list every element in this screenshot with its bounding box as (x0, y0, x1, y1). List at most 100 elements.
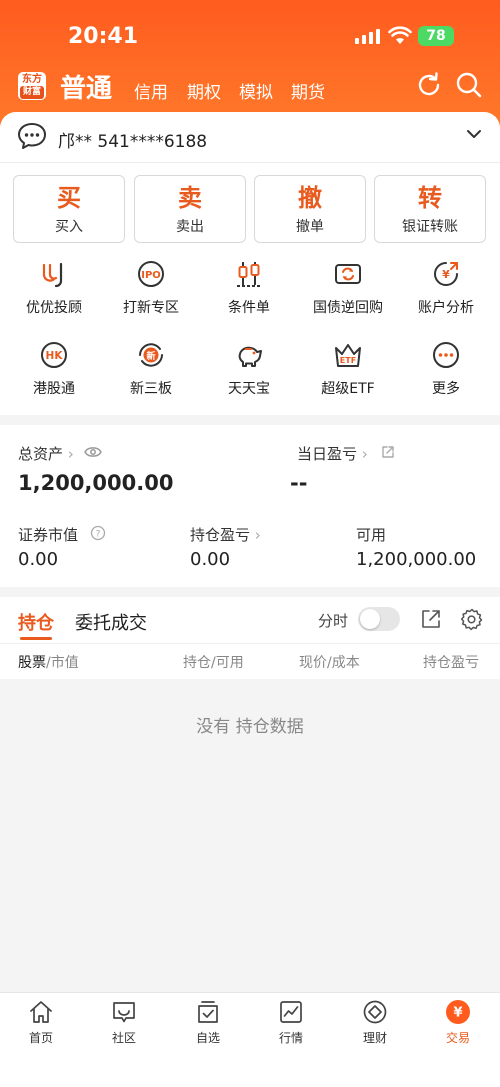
grid-item-hk-connect[interactable]: HK 港股通 (4, 340, 104, 398)
search-icon[interactable] (454, 70, 484, 100)
logo-text-top: 东方 (22, 74, 42, 85)
nav-home[interactable]: 首页 (11, 999, 71, 1046)
ipo-icon: IPO (138, 261, 164, 287)
chat-icon[interactable] (17, 122, 47, 150)
nav-label: 理财 (362, 1031, 387, 1045)
grid-item-account-analysis[interactable]: ¥ 账户分析 (396, 259, 496, 317)
svg-text:HK: HK (46, 350, 64, 362)
tab-futures[interactable]: 期货 (291, 78, 325, 103)
logo-text-bottom: 财富 (20, 86, 44, 99)
grid-item-uu-advisor[interactable]: 优优投顾 (4, 259, 104, 317)
settings-gear-icon[interactable] (460, 607, 484, 631)
wifi-icon (388, 26, 412, 44)
nav-market[interactable]: 行情 (261, 999, 321, 1046)
grid-item-more[interactable]: 更多 (396, 340, 496, 398)
svg-text:¥: ¥ (453, 1006, 462, 1021)
tab-credit[interactable]: 信用 (134, 78, 168, 103)
bottom-nav: 首页 社区 自选 行情 理财 ¥ 交易 (0, 992, 500, 1087)
home-icon (30, 1001, 52, 1023)
divider (0, 643, 500, 644)
nav-label: 自选 (195, 1031, 220, 1045)
svg-text:¥: ¥ (442, 268, 450, 281)
battery-icon: 78 (418, 26, 454, 46)
grid-item-bond-repo[interactable]: 国债逆回购 (298, 259, 398, 317)
sell-label: 卖出 (176, 219, 204, 235)
nav-watchlist[interactable]: 自选 (178, 999, 238, 1046)
daily-pl-text: 当日盈亏 (297, 445, 358, 463)
eye-icon[interactable] (84, 445, 102, 459)
transfer-label: 银证转账 (402, 219, 458, 235)
holdings-panel: 持仓 委托成交 分时 股票/市值 持仓/可用 现价/成本 持仓盈亏 (0, 597, 500, 679)
buy-button[interactable]: 买 买入 (13, 175, 125, 243)
analysis-icon: ¥ (434, 262, 458, 286)
trade-actions-panel: 买 买入 卖 卖出 撤 撤单 转 银证转账 优优投顾 IPO 打新专区 条件单 … (0, 163, 500, 415)
grid-label: 更多 (432, 381, 460, 397)
grid-label: 国债逆回购 (313, 300, 383, 316)
transfer-button[interactable]: 转 银证转账 (374, 175, 486, 243)
more-icon (433, 342, 459, 368)
grid-item-conditional-order[interactable]: 条件单 (199, 259, 299, 317)
grid-item-new-third-board[interactable]: 新 新三板 (101, 340, 201, 398)
external-link-icon[interactable] (381, 445, 395, 459)
grid-item-ipo[interactable]: IPO 打新专区 (101, 259, 201, 317)
column-main: 现价 (299, 655, 327, 671)
available-value: 1,200,000.00 (356, 549, 477, 570)
sell-button[interactable]: 卖 卖出 (134, 175, 246, 243)
fenshi-toggle[interactable] (358, 607, 400, 631)
transfer-glyph: 转 (418, 184, 442, 212)
column-header-price: 现价/成本 (299, 652, 360, 672)
trade-icon: ¥ (446, 1000, 470, 1024)
grid-item-tiantianbao[interactable]: 天天宝 (199, 340, 299, 398)
svg-text:ETF: ETF (340, 356, 356, 365)
piggy-icon (238, 346, 262, 367)
help-icon[interactable]: ? (90, 525, 106, 541)
total-assets-label[interactable]: 总资产 › (18, 443, 74, 464)
position-pl-value: 0.00 (190, 549, 231, 570)
nav-label: 社区 (111, 1031, 136, 1045)
column-header-stock: 股票/市值 (18, 652, 79, 672)
svg-text:?: ? (96, 530, 101, 540)
column-header-position-pl: 持仓盈亏 (423, 652, 500, 672)
grid-label: 港股通 (33, 381, 75, 397)
nav-wealth[interactable]: 理财 (345, 999, 405, 1046)
grid-label: 优优投顾 (26, 300, 82, 316)
column-sub: /市值 (46, 655, 79, 671)
community-icon (113, 1002, 135, 1023)
buy-glyph: 买 (57, 184, 81, 212)
tab-positions[interactable]: 持仓 (18, 609, 54, 635)
available-label: 可用 (356, 526, 387, 544)
tab-simulate[interactable]: 模拟 (239, 78, 273, 103)
status-time: 20:41 (68, 24, 139, 49)
bond-icon (335, 264, 361, 284)
chevron-right-icon: › (361, 445, 368, 463)
wealth-icon (363, 1000, 387, 1024)
account-selector[interactable]: 邝** 541****6188 (0, 112, 500, 162)
grid-item-super-etf[interactable]: ETF 超级ETF (298, 340, 398, 398)
nav-trade[interactable]: ¥ 交易 (428, 999, 488, 1046)
cancel-order-button[interactable]: 撤 撤单 (254, 175, 366, 243)
top-navbar: 东方 财富 普通 信用 期权 模拟 期货 (0, 62, 500, 110)
tab-options[interactable]: 期权 (187, 78, 221, 103)
assets-panel: 总资产 › 1,200,000.00 当日盈亏 › -- 证券市值 ? 0.00… (0, 425, 500, 587)
market-value-label: 证券市值 (18, 526, 79, 544)
nav-community[interactable]: 社区 (94, 999, 154, 1046)
svg-text:IPO: IPO (141, 270, 161, 281)
daily-pl-label[interactable]: 当日盈亏 › (297, 443, 368, 464)
column-main: 股票 (18, 655, 46, 671)
grid-label: 条件单 (228, 300, 270, 316)
column-sub: /成本 (327, 655, 360, 671)
tab-normal[interactable]: 普通 (60, 68, 112, 105)
share-out-icon[interactable] (420, 608, 442, 630)
column-main: 持仓盈亏 (423, 655, 479, 671)
tab-orders[interactable]: 委托成交 (75, 609, 147, 635)
column-main: 持仓 (183, 655, 211, 671)
account-label: 邝** 541****6188 (58, 132, 208, 152)
cancel-label: 撤单 (296, 219, 324, 235)
total-assets-text: 总资产 (18, 445, 64, 463)
refresh-icon[interactable] (414, 70, 444, 100)
active-tab-indicator (20, 637, 52, 640)
chevron-down-icon[interactable] (466, 128, 482, 140)
column-sub: /可用 (211, 655, 244, 671)
svg-text:新: 新 (146, 350, 155, 362)
position-pl-label[interactable]: 持仓盈亏 › (190, 524, 261, 545)
